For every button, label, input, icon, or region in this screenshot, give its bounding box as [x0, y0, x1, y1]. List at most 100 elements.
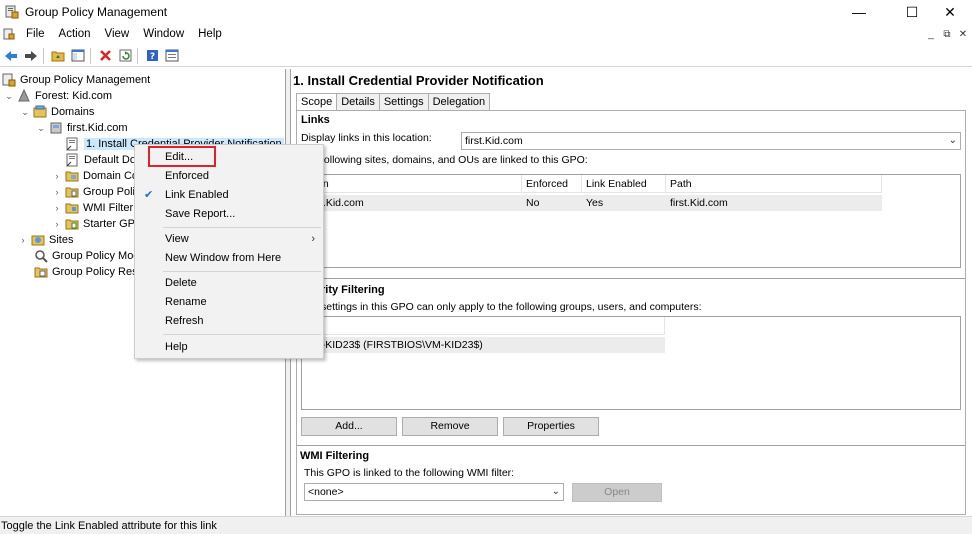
properties-button[interactable]: Properties [503, 417, 599, 436]
chevron-down-icon[interactable]: ⌄ [4, 91, 14, 102]
menu-item-rename[interactable]: Rename [135, 293, 323, 312]
menu-separator [163, 334, 321, 335]
folder-up-icon [51, 51, 65, 62]
column-path[interactable]: Path [666, 175, 882, 192]
tab-settings[interactable]: Settings [378, 93, 429, 110]
wmi-filtering-heading: WMI Filtering [300, 450, 370, 462]
menu-window[interactable]: Window [136, 24, 191, 44]
refresh-icon [119, 49, 131, 62]
table-row[interactable]: VM-KID23$ (FIRSTBIOS\VM-KID23$) [302, 337, 665, 353]
security-filtering-heading: rity Filtering [321, 284, 385, 296]
menu-item-enforced[interactable]: Enforced [135, 167, 323, 186]
delete-icon [99, 50, 111, 61]
details-pane: 1. Install Credential Provider Notificat… [291, 69, 972, 516]
menu-view[interactable]: View [98, 24, 137, 44]
tree-item-group-policy-management[interactable]: Group Policy Management [2, 72, 150, 88]
checkmark-icon: ✔ [144, 189, 154, 201]
tab-strip: Scope Details Settings Delegation [296, 93, 491, 111]
window-title: Group Policy Management [25, 5, 168, 19]
tree-item-default-domain-policy[interactable]: Default Do [66, 152, 136, 168]
mdi-restore-button[interactable]: ⧉ [940, 27, 954, 41]
chevron-right-icon[interactable]: › [52, 171, 62, 181]
tree-item-wmi-filters[interactable]: › WMI Filter [52, 200, 134, 216]
edit-highlight-box [148, 146, 216, 167]
results-icon [34, 267, 48, 278]
table-row[interactable]: first.Kid.com No Yes first.Kid.com [302, 195, 882, 211]
back-button[interactable] [2, 47, 20, 65]
links-description: following sites, domains, and OUs are li… [321, 154, 588, 166]
cell-enforced: No [526, 197, 540, 209]
refresh-button[interactable] [116, 47, 134, 65]
tree-item-group-policy-objects[interactable]: › Group Poli [52, 184, 135, 200]
menu-file[interactable]: File [19, 24, 52, 44]
back-arrow-icon [5, 50, 17, 61]
menu-help[interactable]: Help [191, 24, 229, 44]
properties-icon [165, 49, 179, 62]
security-table[interactable]: ne VM-KID23$ (FIRSTBIOS\VM-KID23$) [301, 316, 961, 410]
column-link-enabled[interactable]: Link Enabled [582, 175, 666, 192]
mdi-close-button[interactable]: ✕ [956, 27, 970, 41]
menu-item-link-enabled[interactable]: ✔ Link Enabled [135, 186, 323, 205]
column-name[interactable]: ne [302, 317, 665, 334]
chevron-down-icon[interactable]: ⌄ [20, 107, 30, 118]
section-divider [297, 445, 965, 446]
forward-button[interactable] [22, 47, 40, 65]
tree-item-starter-gpos[interactable]: › Starter GPO [52, 216, 144, 232]
menu-item-help[interactable]: Help [135, 338, 323, 357]
minimize-button[interactable]: — [836, 0, 882, 24]
location-combo[interactable]: first.Kid.com ⌄ [461, 132, 961, 150]
chevron-right-icon[interactable]: › [52, 203, 62, 213]
menu-item-new-window[interactable]: New Window from Here [135, 249, 323, 268]
sites-icon [31, 235, 45, 246]
tree-item-domains[interactable]: ⌄ Domains [20, 104, 94, 120]
tree-label: Default Do [84, 154, 136, 166]
toolbar-separator [43, 47, 44, 64]
chevron-right-icon: › [311, 233, 315, 245]
tree-item-sites[interactable]: › Sites [18, 232, 74, 248]
menu-item-delete[interactable]: Delete [135, 274, 323, 293]
chevron-right-icon[interactable]: › [52, 219, 62, 229]
svg-text:?: ? [149, 52, 154, 62]
tree-item-group-policy-results[interactable]: Group Policy Resu [34, 264, 144, 280]
chevron-right-icon[interactable]: › [18, 235, 28, 245]
column-location[interactable]: ation [302, 175, 522, 192]
security-description: settings in this GPO can only apply to t… [321, 301, 702, 313]
show-hide-console-tree-button[interactable] [69, 47, 87, 65]
toolbar-separator [90, 47, 91, 64]
show-hide-tree-icon [71, 49, 85, 62]
delete-button[interactable] [96, 47, 114, 65]
mdi-minimize-button[interactable]: _ [924, 27, 938, 41]
menu-item-label: View [165, 233, 189, 245]
chevron-down-icon[interactable]: ⌄ [36, 123, 46, 134]
toolbar-separator [137, 47, 138, 64]
column-enforced[interactable]: Enforced [522, 175, 582, 192]
tree-item-group-policy-modeling[interactable]: Group Policy Moc [34, 248, 139, 264]
up-one-level-button[interactable] [49, 47, 67, 65]
tree-item-domain-controllers[interactable]: › Domain Co [52, 168, 139, 184]
remove-button[interactable]: Remove [402, 417, 498, 436]
menu-item-refresh[interactable]: Refresh [135, 312, 323, 331]
tree-item-forest[interactable]: ⌄ Forest: Kid.com [4, 88, 112, 104]
cell-link-enabled: Yes [586, 197, 604, 209]
close-button[interactable]: ✕ [927, 0, 972, 24]
tab-delegation[interactable]: Delegation [427, 93, 491, 110]
chevron-right-icon[interactable]: › [52, 187, 62, 197]
tab-details[interactable]: Details [336, 93, 380, 110]
tree-label: Group Poli [83, 186, 135, 198]
help-button[interactable]: ? [143, 47, 161, 65]
tree-item-domain[interactable]: ⌄ first.Kid.com [36, 120, 127, 136]
domain-icon [50, 122, 62, 134]
add-button[interactable]: Add... [301, 417, 397, 436]
domains-icon [33, 105, 47, 118]
properties-button[interactable] [163, 47, 181, 65]
tab-scope[interactable]: Scope [296, 93, 338, 111]
mmc-document-icon[interactable] [3, 28, 15, 40]
group-policy-app-icon [5, 5, 19, 19]
links-table[interactable]: ation Enforced Link Enabled Path first.K… [301, 174, 961, 268]
menu-action[interactable]: Action [52, 24, 98, 44]
open-button[interactable]: Open [572, 483, 662, 502]
cell-location: first.Kid.com [306, 197, 364, 209]
menu-item-save-report[interactable]: Save Report... [135, 205, 323, 224]
menu-item-view[interactable]: View › [135, 230, 323, 249]
wmi-filter-combo[interactable]: <none> ⌄ [304, 483, 564, 501]
